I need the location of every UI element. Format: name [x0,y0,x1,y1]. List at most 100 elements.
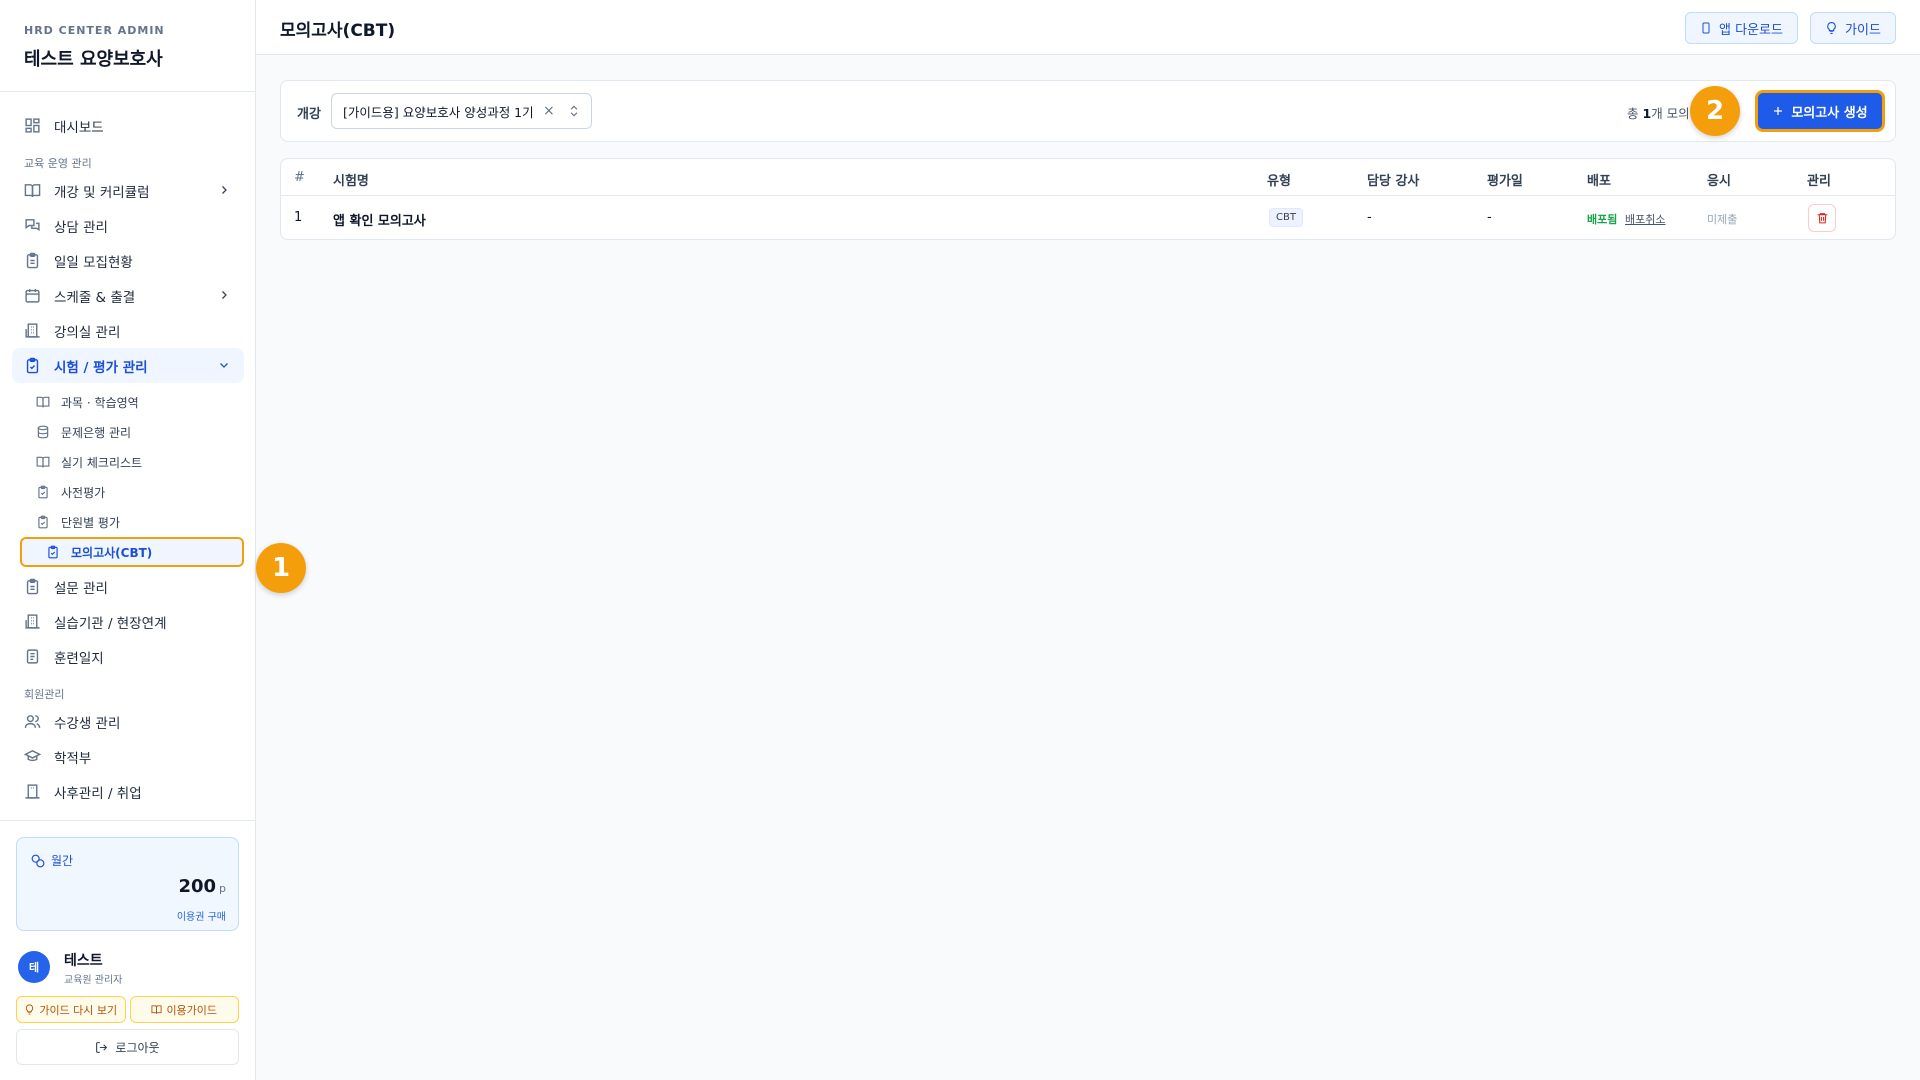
deploy-status: 배포됨 [1587,213,1618,226]
building-icon [24,783,41,800]
sidebar-subitem-unit-eval[interactable]: 단원별 평가 [12,507,244,537]
sidebar-subitem-mock-exam[interactable]: 모의고사(CBT) [20,537,244,567]
points-label-row: 월간 [31,852,73,869]
delete-button[interactable] [1808,204,1836,232]
sidebar-item-label: 사후관리 / 취업 [54,785,142,802]
table-header: # 시험명 유형 담당 강사 평가일 배포 응시 관리 [281,159,1895,196]
guide-label: 가이드 [1845,22,1881,38]
sidebar-item-practice-org[interactable]: 실습기관 / 현장연계 [12,604,244,639]
sidebar-item-label: 강의실 관리 [54,324,121,341]
usage-guide-label: 이용가이드 [166,1003,218,1017]
sidebar-item-daily-recruit[interactable]: 일일 모집현황 [12,243,244,278]
points-value: 200 [178,876,217,897]
sidebar-subitem-subjects[interactable]: 과목 · 학습영역 [12,387,244,417]
sidebar-subitem-label: 사전평가 [61,485,106,500]
chevron-up-down-icon [570,105,578,117]
sidebar-subitem-label: 실기 체크리스트 [61,455,143,470]
table-row[interactable]: 1 앱 확인 모의고사 CBT - - 배포됨 배포취소 미제출 [281,196,1895,240]
column-header-eval-date: 평가일 [1487,174,1523,189]
nav-section-edu: 교육 운영 관리 [24,157,92,170]
clipboard-icon [24,578,41,595]
usage-guide-button[interactable]: 이용가이드 [129,996,239,1023]
sidebar-nav: 대시보드 교육 운영 관리 개강 및 커리큘럼 상담 관리 일일 모집현황 스케… [12,108,244,820]
building-icon [24,322,41,339]
sidebar-item-label: 수강생 관리 [54,715,121,732]
clipboard-check-icon [24,357,41,374]
sidebar-item-schedule[interactable]: 스케줄 & 출결 [12,278,244,313]
sidebar-item-label: 학적부 [54,750,92,767]
user-role: 교육원 관리자 [64,975,123,986]
course-filter-label: 개강 [297,107,321,122]
mock-exam-table: # 시험명 유형 담당 강사 평가일 배포 응시 관리 1 앱 확인 모의고사 … [280,158,1896,240]
sidebar-item-exam[interactable]: 시험 / 평가 관리 [12,348,244,383]
guide-again-label: 가이드 다시 보기 [39,1003,118,1017]
page-header: 모의고사(CBT) 앱 다운로드 가이드 [256,0,1920,55]
sidebar-item-students[interactable]: 수강생 관리 [12,704,244,739]
column-header-manage: 관리 [1807,174,1831,189]
column-header-submission: 응시 [1707,174,1731,189]
sidebar-item-label: 시험 / 평가 관리 [54,359,148,376]
sidebar-item-label: 상담 관리 [54,219,108,236]
sidebar-item-label: 일일 모집현황 [54,254,133,271]
logout-icon [96,1041,108,1053]
sidebar-item-label: 개강 및 커리큘럼 [54,184,150,201]
sidebar-subitem-pre-eval[interactable]: 사전평가 [12,477,244,507]
nav-section-member: 회원관리 [24,688,65,701]
cancel-deploy-link[interactable]: 배포취소 [1625,211,1665,227]
brand-subtitle: HRD CENTER ADMIN [24,24,165,37]
sidebar-subitem-label: 단원별 평가 [61,515,121,530]
sidebar: HRD CENTER ADMIN 테스트 요양보호사 대시보드 교육 운영 관리… [0,0,256,1080]
messages-icon [24,217,41,234]
create-mock-exam-button[interactable]: 모의고사 생성 [1755,90,1885,132]
building-icon [24,613,41,630]
course-select[interactable]: [가이드용] 요양보호사 양성과정 1기 × [331,93,592,129]
smartphone-icon [1702,22,1710,34]
database-icon [36,425,50,439]
book-open-icon [36,395,50,409]
sidebar-subitem-label: 모의고사(CBT) [71,545,153,560]
page-title: 모의고사(CBT) [280,21,396,41]
sidebar-item-dashboard[interactable]: 대시보드 [12,108,244,143]
total-suffix: 개 모의 [1651,106,1690,121]
sidebar-subitem-question-bank[interactable]: 문제은행 관리 [12,417,244,447]
logout-button[interactable]: 로그아웃 [16,1029,239,1065]
app-download-label: 앱 다운로드 [1719,22,1783,38]
column-header-instructor: 담당 강사 [1367,174,1420,189]
user-profile: 테 테스트 교육원 관리자 [18,947,238,987]
clear-selection-icon[interactable]: × [543,103,555,119]
lightbulb-icon [26,1004,34,1015]
sidebar-subitem-label: 과목 · 학습영역 [61,395,139,410]
eval-date: - [1487,210,1492,225]
points-card: 월간 200 p 이용권 구매 [16,837,239,931]
sidebar-item-courses[interactable]: 개강 및 커리큘럼 [12,173,244,208]
points-value-row: 200 p [178,876,226,897]
sidebar-item-training-log[interactable]: 훈련일지 [12,639,244,674]
column-header-deploy: 배포 [1587,174,1611,189]
sidebar-subitem-label: 문제은행 관리 [61,425,132,440]
app-download-button[interactable]: 앱 다운로드 [1685,12,1798,44]
calendar-icon [24,287,41,304]
total-count-text: 총 1개 모의 [1627,103,1690,122]
filter-bar: 개강 [가이드용] 요양보호사 양성과정 1기 × 총 1개 모의 모의고사 생… [280,80,1896,142]
book-open-icon [24,182,41,199]
callout-badge-1: 1 [256,543,306,593]
clipboard-check-icon [36,515,50,529]
sidebar-item-survey[interactable]: 설문 관리 [12,569,244,604]
guide-button[interactable]: 가이드 [1810,12,1896,44]
guide-buttons: 가이드 다시 보기 이용가이드 [16,996,239,1023]
logout-label: 로그아웃 [115,1040,160,1055]
sidebar-subitem-practical-checklist[interactable]: 실기 체크리스트 [12,447,244,477]
guide-again-button[interactable]: 가이드 다시 보기 [16,996,126,1023]
sidebar-item-consult[interactable]: 상담 관리 [12,208,244,243]
sidebar-item-label: 스케줄 & 출결 [54,289,136,306]
brand: HRD CENTER ADMIN 테스트 요양보호사 [0,0,255,92]
exam-name[interactable]: 앱 확인 모의고사 [333,210,426,229]
sidebar-item-academic-records[interactable]: 학적부 [12,739,244,774]
submission-status: 미제출 [1707,213,1738,226]
notebook-icon [24,648,41,665]
book-open-icon [151,1005,162,1014]
sidebar-item-classroom[interactable]: 강의실 관리 [12,313,244,348]
user-name: 테스트 [64,953,103,969]
buy-pass-link[interactable]: 이용권 구매 [177,908,226,923]
sidebar-item-aftercare[interactable]: 사후관리 / 취업 [12,774,244,809]
